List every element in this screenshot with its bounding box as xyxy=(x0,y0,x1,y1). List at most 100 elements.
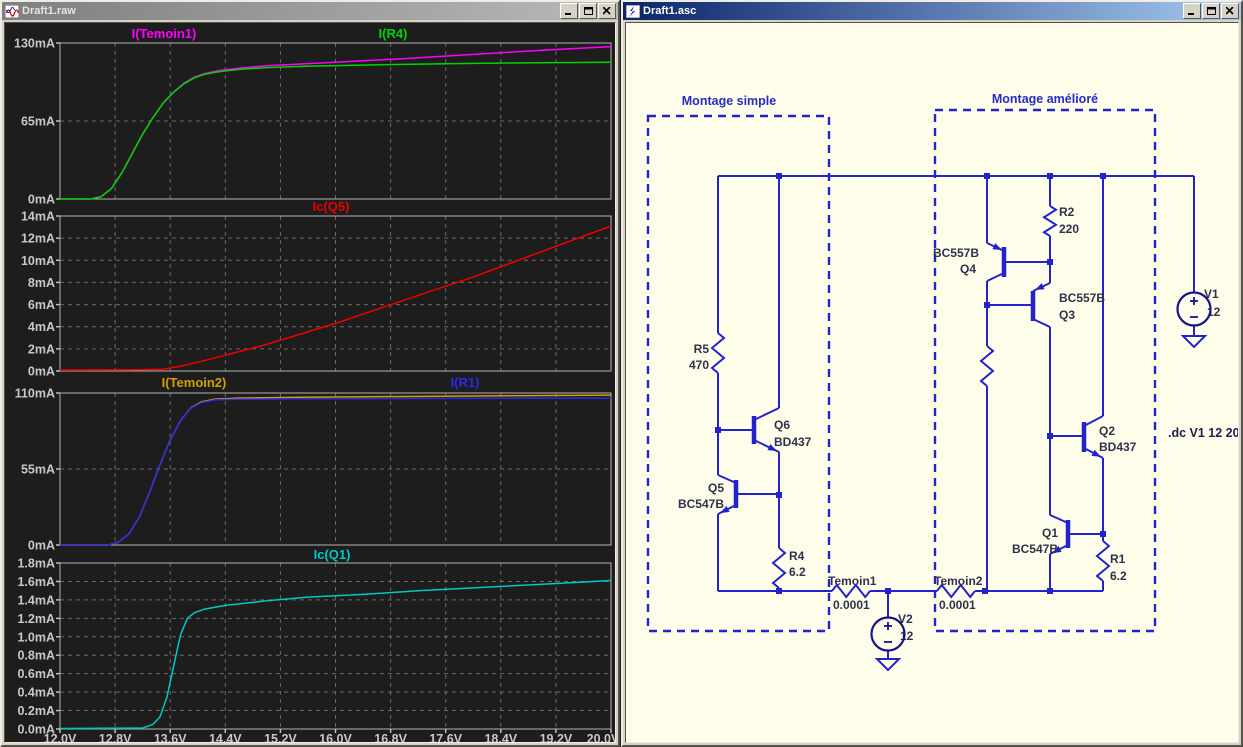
schematic-window: Draft1.asc Montage simple Montage amélior… xyxy=(621,0,1243,747)
resistor-symbol[interactable] xyxy=(979,345,995,387)
schematic-label[interactable]: .dc V1 12 20 .1 xyxy=(1168,426,1239,440)
schematic-label[interactable]: Q5 xyxy=(708,481,724,495)
minimize-button[interactable] xyxy=(1183,3,1201,19)
schematic-label[interactable]: Q6 xyxy=(774,418,790,432)
y-tick-label: 1.8mA xyxy=(17,557,55,571)
emitter-arrow-icon xyxy=(992,243,1002,250)
resistor-symbol[interactable] xyxy=(710,332,726,374)
trace-label[interactable]: I(R4) xyxy=(379,26,408,41)
schematic-label[interactable]: BC547B xyxy=(1012,542,1058,556)
waveform-titlebar[interactable]: Draft1.raw xyxy=(2,2,618,20)
schematic-label[interactable]: 6.2 xyxy=(789,565,806,579)
close-button[interactable] xyxy=(1221,3,1239,19)
schematic-label[interactable]: 220 xyxy=(1059,222,1079,236)
y-tick-label: 10mA xyxy=(21,254,55,268)
maximize-button[interactable] xyxy=(1202,3,1220,19)
schematic-label[interactable]: 470 xyxy=(689,358,709,372)
schematic-label[interactable]: R1 xyxy=(1110,552,1126,566)
trace-label[interactable]: I(Temoin2) xyxy=(162,375,227,390)
y-tick-label: 0.6mA xyxy=(17,667,55,681)
ground-icon xyxy=(874,658,902,672)
junction-dot xyxy=(982,588,988,594)
y-tick-label: 0.8mA xyxy=(17,649,55,663)
x-tick-label: 20.0V xyxy=(587,732,616,743)
y-tick-label: 0mA xyxy=(28,193,55,207)
junction-dot xyxy=(885,588,891,594)
y-tick-label: 130mA xyxy=(14,37,55,51)
y-tick-label: 14mA xyxy=(21,210,55,224)
schematic-label[interactable]: Q4 xyxy=(960,262,976,276)
y-tick-label: 2mA xyxy=(28,342,55,356)
maximize-button[interactable] xyxy=(579,3,597,19)
y-tick-label: 55mA xyxy=(21,463,55,477)
resistor-symbol[interactable] xyxy=(1095,540,1111,582)
waveform-plot-area[interactable]: 130mA 65mA 0mA I(Temoin1) I(R4) 14mA 12mA 10mA 8… xyxy=(4,22,616,743)
schematic-label[interactable]: Temoin1 xyxy=(828,574,877,588)
x-tick-label: 16.0V xyxy=(319,732,352,743)
schematic-label[interactable]: Q3 xyxy=(1059,308,1075,322)
schematic-label[interactable]: Montage amélioré xyxy=(992,92,1098,106)
trace-label[interactable]: I(Temoin1) xyxy=(132,26,197,41)
x-tick-label: 16.8V xyxy=(374,732,407,743)
waveform-doc-icon xyxy=(4,4,19,18)
trace-label[interactable]: Ic(Q1) xyxy=(314,547,351,562)
window-title: Draft1.asc xyxy=(643,5,697,17)
junction-dot xyxy=(1100,173,1106,179)
resistor-symbol[interactable] xyxy=(771,547,787,589)
x-tick-label: 19.2V xyxy=(540,732,573,743)
schematic-label[interactable]: BD437 xyxy=(774,435,812,449)
junction-dot xyxy=(1047,433,1053,439)
schematic-label[interactable]: BC547B xyxy=(678,497,724,511)
schematic-label[interactable]: Q2 xyxy=(1099,424,1115,438)
emitter-arrow-icon xyxy=(1035,283,1045,290)
trace-label[interactable]: I(R1) xyxy=(451,375,480,390)
schematic-label[interactable]: Montage simple xyxy=(682,94,777,108)
schematic-label[interactable]: 0.0001 xyxy=(833,598,870,612)
y-tick-label: 1.6mA xyxy=(17,575,55,589)
junction-dot xyxy=(715,427,721,433)
minimize-button[interactable] xyxy=(560,3,578,19)
junction-dot xyxy=(1047,259,1053,265)
y-tick-label: 6mA xyxy=(28,298,55,312)
x-tick-label: 12.8V xyxy=(99,732,132,743)
schematic-label[interactable]: R5 xyxy=(694,342,710,356)
wire xyxy=(1049,514,1069,524)
resistor-symbol[interactable] xyxy=(1042,205,1058,237)
y-tick-label: 65mA xyxy=(21,115,55,129)
junction-dot xyxy=(1047,588,1053,594)
schematic-label[interactable]: BD437 xyxy=(1099,440,1137,454)
y-tick-label: 0mA xyxy=(28,365,55,379)
ltspice-desktop: Draft1.raw 130mA 65mA 0mA I(Temoin1) I(R4) 14… xyxy=(0,0,1243,747)
y-tick-label: 110mA xyxy=(15,387,55,401)
schematic-label[interactable]: Temoin2 xyxy=(934,574,983,588)
y-tick-label: 1.4mA xyxy=(17,593,55,607)
schematic-label[interactable]: Q1 xyxy=(1042,526,1058,540)
schematic-label[interactable]: R4 xyxy=(789,549,805,563)
schematic-drawing: Montage simple Montage amélioré R5 470 Q6 BD4… xyxy=(646,92,1239,672)
x-tick-label: 15.2V xyxy=(264,732,297,743)
y-tick-label: 0.2mA xyxy=(17,704,55,718)
y-tick-label: 12mA xyxy=(21,232,55,246)
schematic-doc-icon xyxy=(625,4,640,18)
schematic-titlebar[interactable]: Draft1.asc xyxy=(623,2,1241,20)
schematic-label[interactable]: 6.2 xyxy=(1110,569,1127,583)
x-tick-label: 17.6V xyxy=(429,732,462,743)
wire xyxy=(986,272,1005,282)
x-tick-label: 14.4V xyxy=(209,732,242,743)
close-button[interactable] xyxy=(598,3,616,19)
schematic-label[interactable]: 0.0001 xyxy=(939,598,976,612)
schematic-label[interactable]: BC557B xyxy=(933,246,979,260)
schematic-label[interactable]: R2 xyxy=(1059,205,1075,219)
schematic-label[interactable]: BC557B xyxy=(1059,291,1105,305)
trace-label[interactable]: Ic(Q5) xyxy=(313,199,350,214)
junction-dot xyxy=(1047,173,1053,179)
y-tick-label: 0mA xyxy=(28,539,55,553)
x-tick-label: 13.6V xyxy=(154,732,187,743)
x-tick-label: 12.0V xyxy=(44,732,77,743)
waveform-window: Draft1.raw 130mA 65mA 0mA I(Temoin1) I(R4) 14… xyxy=(0,0,620,747)
trace-I(R4) xyxy=(60,61,612,200)
y-tick-label: 4mA xyxy=(28,320,55,334)
y-tick-label: 8mA xyxy=(28,276,55,290)
junction-dot xyxy=(1100,531,1106,537)
schematic-canvas[interactable]: Montage simple Montage amélioré R5 470 Q6 BD4… xyxy=(625,22,1239,743)
